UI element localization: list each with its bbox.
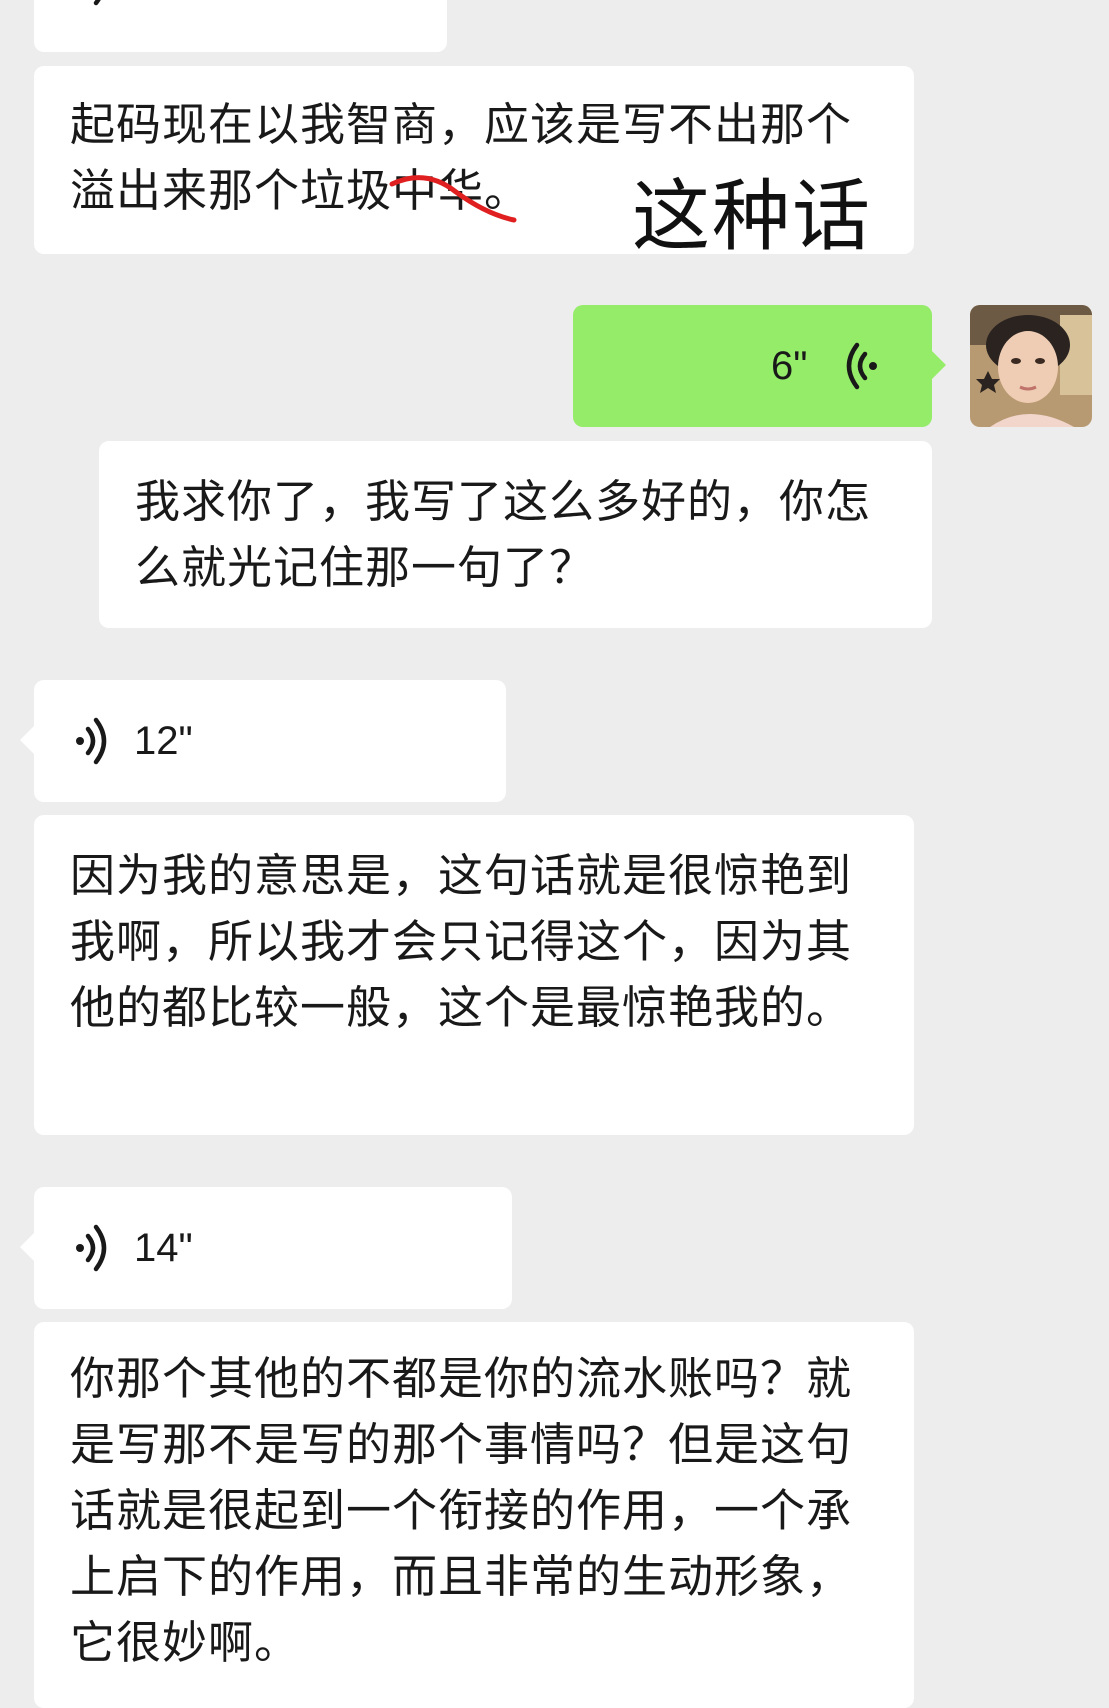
text-message-bubble[interactable]: 因为我的意思是，这句话就是很惊艳到我啊，所以我才会只记得这个，因为其他的都比较一… [34, 815, 914, 1135]
bubble-tail [20, 726, 34, 754]
user-avatar[interactable] [970, 305, 1092, 427]
voice-duration: 5" [128, 0, 164, 6]
voice-duration: 6" [771, 344, 808, 388]
voice-wave-icon [76, 717, 107, 765]
voice-duration: 14" [134, 1226, 193, 1270]
voice-message-bubble-self[interactable]: 6" [573, 305, 946, 427]
voice-wave-icon [76, 1224, 107, 1272]
voice-wave-icon [846, 342, 877, 390]
text-message-bubble-self[interactable]: 我求你了，我写了这么多好的，你怎么就光记住那一句了？ [99, 441, 932, 628]
message-text: 因为我的意思是，这句话就是很惊艳到我啊，所以我才会只记得这个，因为其他的都比较一… [70, 849, 853, 1034]
voice-message-bubble[interactable]: 5" [34, 0, 447, 52]
bubble-tail [20, 1233, 34, 1261]
voice-wave-icon [93, 0, 101, 6]
handwritten-annotation: 这种话 [632, 172, 873, 262]
message-text: 我求你了，我写了这么多好的，你怎么就光记住那一句了？ [135, 475, 872, 594]
voice-duration: 12" [134, 719, 193, 763]
red-strike-mark [389, 175, 517, 223]
message-text: 你那个其他的不都是你的流水账吗？就是写那不是写的那个事情吗？但是这句话就是很起到… [70, 1352, 853, 1669]
avatar-image [970, 305, 1092, 427]
text-message-bubble[interactable]: 你那个其他的不都是你的流水账吗？就是写那不是写的那个事情吗？但是这句话就是很起到… [34, 1322, 914, 1708]
struck-text: 中华 [389, 164, 517, 223]
voice-message-bubble[interactable]: 14" [20, 1187, 512, 1309]
voice-message-bubble[interactable]: 12" [20, 680, 506, 802]
bubble-tail [932, 351, 946, 379]
